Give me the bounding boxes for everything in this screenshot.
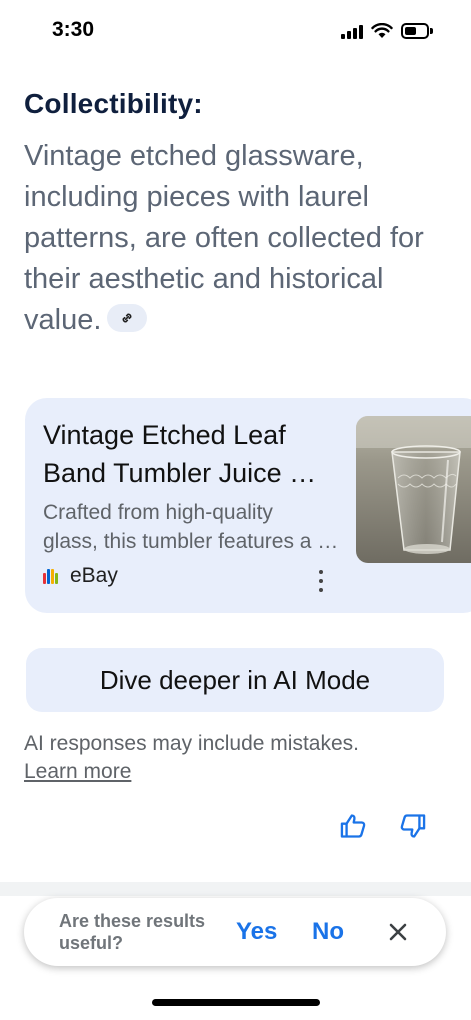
result-card-description: Crafted from high-quality glass, this tu… — [43, 498, 343, 556]
status-bar: 3:30 — [0, 0, 471, 62]
close-icon[interactable] — [386, 920, 410, 944]
section-divider — [0, 882, 471, 896]
feedback-no-button[interactable]: No — [312, 918, 344, 946]
feedback-yes-button[interactable]: Yes — [236, 918, 277, 946]
result-card-title[interactable]: Vintage Etched Leaf Band Tumbler Juice G… — [43, 416, 343, 492]
result-source[interactable]: eBay — [43, 564, 118, 588]
result-thumbnail[interactable] — [356, 416, 471, 563]
result-card[interactable]: Vintage Etched Leaf Band Tumbler Juice G… — [25, 398, 471, 613]
thumbs-up-icon[interactable] — [339, 812, 367, 840]
wifi-icon — [371, 23, 393, 38]
overview-text: Vintage etched glassware, including piec… — [24, 136, 444, 341]
ai-disclaimer: AI responses may include mistakes. — [24, 732, 359, 755]
result-source-name: eBay — [70, 564, 118, 587]
feedback-bar: Are these results useful? Yes No — [24, 898, 446, 966]
glass-tumbler-image — [356, 416, 471, 563]
result-title-line1: Vintage Etched Leaf — [43, 420, 286, 450]
dive-deeper-button[interactable]: Dive deeper in AI Mode — [26, 648, 444, 712]
link-icon — [122, 313, 132, 323]
status-icons — [341, 20, 435, 42]
status-time: 3:30 — [52, 18, 95, 41]
overview-body: Vintage etched glassware, including piec… — [24, 140, 424, 336]
ebay-logo-icon — [43, 568, 58, 584]
result-desc-line2: glass, this tumbler features a leaf band — [43, 530, 339, 553]
feedback-question: Are these results useful? — [59, 911, 206, 953]
cellular-signal-icon — [341, 23, 363, 39]
more-vert-icon[interactable] — [315, 570, 327, 592]
section-heading: Collectibility: — [24, 88, 203, 119]
thumbs-down-icon[interactable] — [399, 812, 427, 840]
source-link-chip[interactable] — [107, 304, 148, 333]
result-desc-line1: Crafted from high-quality — [43, 501, 273, 524]
battery-icon — [401, 22, 435, 40]
result-title-line2: Band Tumbler Juice Glass — [43, 458, 335, 488]
home-indicator[interactable] — [152, 999, 320, 1006]
learn-more-link[interactable]: Learn more — [24, 758, 131, 786]
